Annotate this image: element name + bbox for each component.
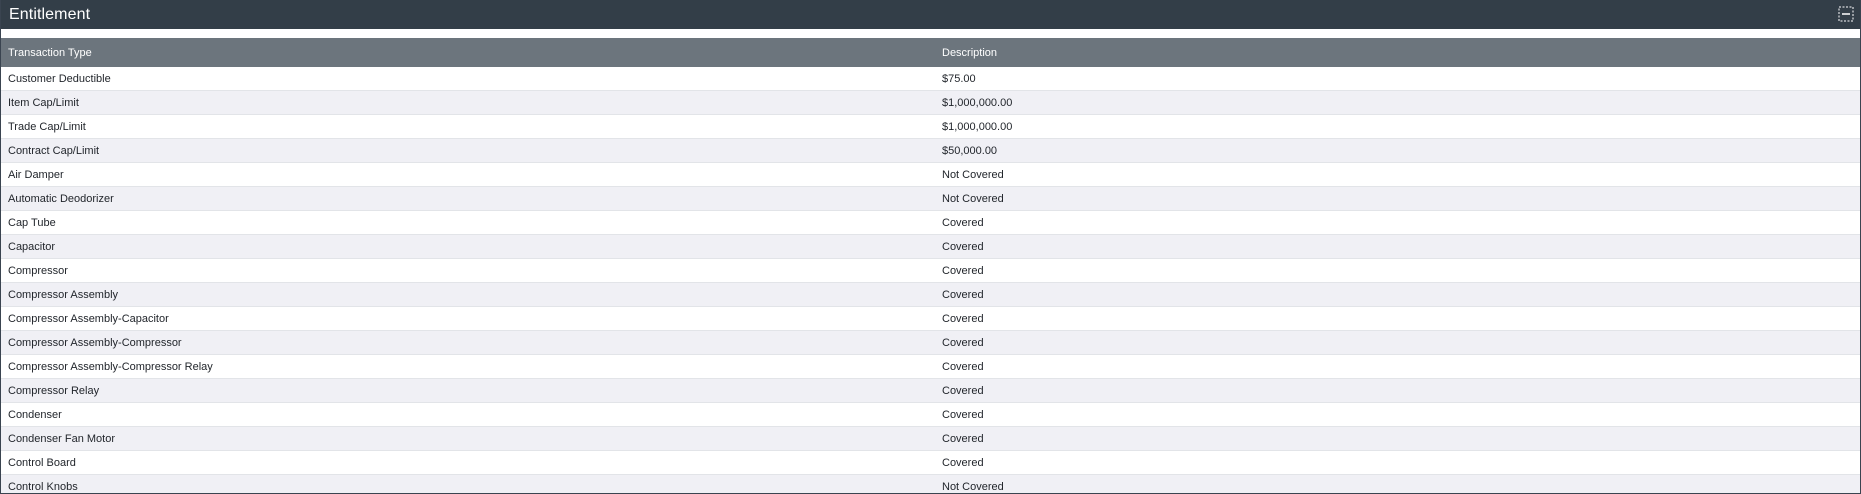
cell-description: Covered xyxy=(935,234,1860,259)
cell-description: Not Covered xyxy=(935,162,1860,187)
cell-transaction-type: Condenser Fan Motor xyxy=(1,426,935,451)
entitlement-panel: Entitlement Transaction Type Description… xyxy=(0,0,1861,494)
cell-transaction-type: Condenser xyxy=(1,402,935,427)
cell-description: Covered xyxy=(935,330,1860,355)
table-row[interactable]: Air Damper Not Covered xyxy=(1,162,1860,187)
cell-description: Covered xyxy=(935,210,1860,235)
cell-description: Covered xyxy=(935,354,1860,379)
cell-description: Covered xyxy=(935,450,1860,475)
cell-transaction-type: Compressor xyxy=(1,258,935,283)
cell-transaction-type: Control Knobs xyxy=(1,474,935,493)
cell-description: $1,000,000.00 xyxy=(935,90,1860,115)
table-row[interactable]: Compressor Assembly-Compressor Covered xyxy=(1,330,1860,355)
table-row[interactable]: Control Knobs Not Covered xyxy=(1,474,1860,493)
table-row[interactable]: Compressor Assembly-Capacitor Covered xyxy=(1,306,1860,331)
cell-description: $1,000,000.00 xyxy=(935,114,1860,139)
collapse-icon[interactable] xyxy=(1838,6,1854,22)
cell-transaction-type: Compressor Relay xyxy=(1,378,935,403)
cell-transaction-type: Cap Tube xyxy=(1,210,935,235)
table-row[interactable]: Compressor Assembly-Compressor Relay Cove… xyxy=(1,354,1860,379)
panel-header: Entitlement xyxy=(1,0,1860,29)
cell-transaction-type: Contract Cap/Limit xyxy=(1,138,935,163)
cell-description: $50,000.00 xyxy=(935,138,1860,163)
cell-transaction-type: Control Board xyxy=(1,450,935,475)
table-row[interactable]: Condenser Fan Motor Covered xyxy=(1,426,1860,451)
cell-transaction-type: Capacitor xyxy=(1,234,935,259)
entitlement-table: Transaction Type Description Customer De… xyxy=(1,38,1860,493)
cell-transaction-type: Compressor Assembly xyxy=(1,282,935,307)
column-header-description[interactable]: Description xyxy=(935,38,1860,67)
table-row[interactable]: Customer Deductible $75.00 xyxy=(1,67,1860,91)
header-spacer xyxy=(1,29,1860,38)
table-row[interactable]: Compressor Assembly Covered xyxy=(1,282,1860,307)
cell-description: Covered xyxy=(935,402,1860,427)
cell-description: Covered xyxy=(935,426,1860,451)
cell-transaction-type: Compressor Assembly-Compressor xyxy=(1,330,935,355)
cell-transaction-type: Automatic Deodorizer xyxy=(1,186,935,211)
table-row[interactable]: Item Cap/Limit $1,000,000.00 xyxy=(1,90,1860,115)
cell-description: Covered xyxy=(935,378,1860,403)
cell-description: Covered xyxy=(935,282,1860,307)
table-body: Customer Deductible $75.00 Item Cap/Limit $… xyxy=(1,67,1860,493)
table-row[interactable]: Compressor Relay Covered xyxy=(1,378,1860,403)
panel-title: Entitlement xyxy=(9,6,91,23)
table-row[interactable]: Compressor Covered xyxy=(1,258,1860,283)
cell-transaction-type: Compressor Assembly-Compressor Relay xyxy=(1,354,935,379)
table-row[interactable]: Cap Tube Covered xyxy=(1,210,1860,235)
table-row[interactable]: Contract Cap/Limit $50,000.00 xyxy=(1,138,1860,163)
table-row[interactable]: Capacitor Covered xyxy=(1,234,1860,259)
table-header-row: Transaction Type Description xyxy=(1,38,1860,67)
table-row[interactable]: Trade Cap/Limit $1,000,000.00 xyxy=(1,114,1860,139)
cell-transaction-type: Trade Cap/Limit xyxy=(1,114,935,139)
table-row[interactable]: Automatic Deodorizer Not Covered xyxy=(1,186,1860,211)
cell-description: Not Covered xyxy=(935,474,1860,493)
column-header-transaction-type[interactable]: Transaction Type xyxy=(1,38,935,67)
table-row[interactable]: Condenser Covered xyxy=(1,402,1860,427)
cell-transaction-type: Item Cap/Limit xyxy=(1,90,935,115)
cell-transaction-type: Compressor Assembly-Capacitor xyxy=(1,306,935,331)
table-row[interactable]: Control Board Covered xyxy=(1,450,1860,475)
cell-description: $75.00 xyxy=(935,67,1860,91)
cell-description: Covered xyxy=(935,258,1860,283)
cell-transaction-type: Customer Deductible xyxy=(1,67,935,91)
cell-transaction-type: Air Damper xyxy=(1,162,935,187)
cell-description: Covered xyxy=(935,306,1860,331)
cell-description: Not Covered xyxy=(935,186,1860,211)
